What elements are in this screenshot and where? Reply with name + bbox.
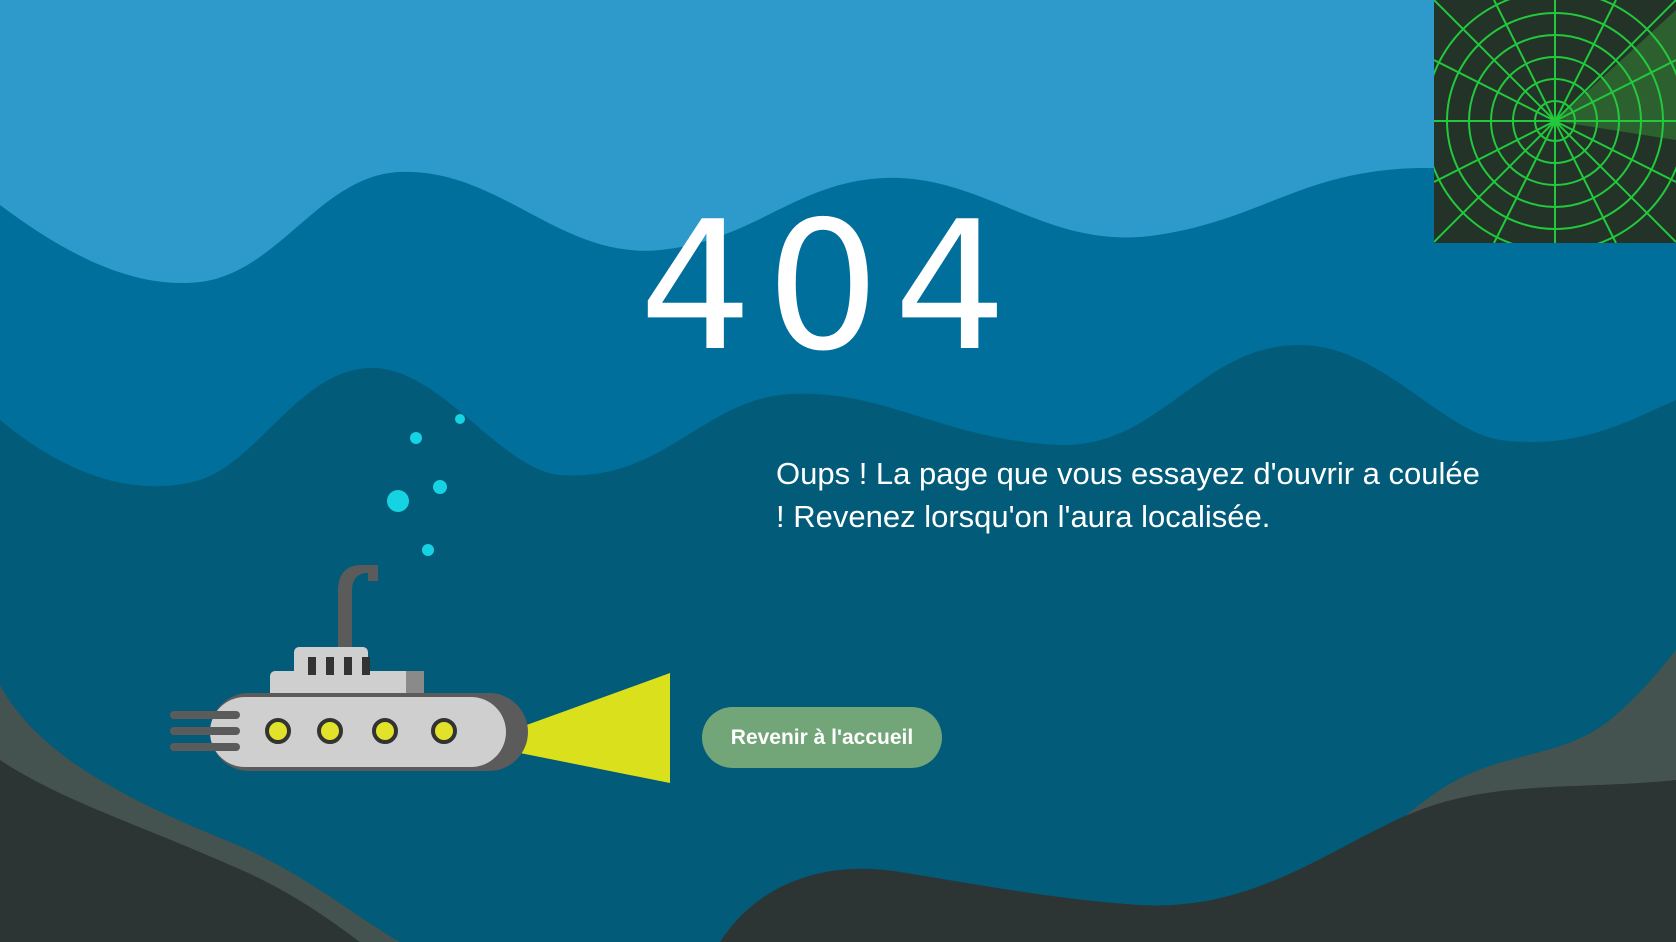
bubble-icon	[387, 414, 465, 556]
ocean-scene: 404 Oups ! La page que vous essayez d'ou…	[0, 0, 1676, 942]
submarine-hull	[210, 697, 506, 767]
error-code: 404	[639, 183, 1021, 390]
error-message: Oups ! La page que vous essayez d'ouvrir…	[776, 456, 1480, 534]
propeller	[170, 711, 240, 751]
light-beam	[510, 673, 670, 783]
submarine-icon	[170, 414, 670, 783]
periscope	[338, 565, 378, 650]
home-button[interactable]: Revenir à l'accueil	[702, 707, 942, 768]
